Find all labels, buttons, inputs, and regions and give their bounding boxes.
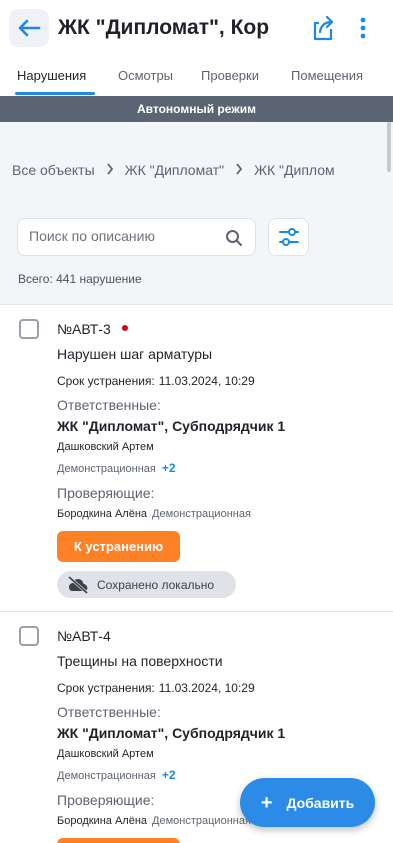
plus-icon: + <box>260 791 273 814</box>
violation-card[interactable]: №АВТ-3 Нарушен шаг арматуры Срок устране… <box>0 304 393 611</box>
add-button[interactable]: + Добавить <box>240 778 375 827</box>
tab-checks[interactable]: Проверки <box>201 68 259 83</box>
status-button[interactable]: К устранению <box>57 531 180 562</box>
responsible-org: Демонстрационная +2 <box>57 768 176 782</box>
more-responsible-count[interactable]: +2 <box>162 768 176 782</box>
responsible-org: Демонстрационная +2 <box>57 461 176 475</box>
responsible-person: Дашковский Артем <box>57 748 154 760</box>
offline-banner: Автономный режим <box>0 96 393 122</box>
due-date: Срок устранения: 11.03.2024, 10:29 <box>57 681 255 695</box>
violation-number: №АВТ-4 <box>57 628 111 644</box>
search-input[interactable] <box>29 228 219 244</box>
violation-number: №АВТ-3 <box>57 321 111 337</box>
saved-label: Сохранено локально <box>97 577 215 592</box>
active-tab-indicator <box>15 92 95 95</box>
chevron-right-icon <box>95 162 125 178</box>
breadcrumb-item[interactable]: ЖК "Диплом <box>254 162 335 178</box>
total-count: Всего: 441 нарушение <box>18 272 142 286</box>
filter-button[interactable] <box>268 218 309 256</box>
org-name: Демонстрационная <box>57 770 156 782</box>
cloud-off-icon <box>65 575 91 594</box>
share-icon <box>313 15 334 41</box>
due-date: Срок устранения: 11.03.2024, 10:29 <box>57 374 255 388</box>
filters-area: Все объекты ЖК "Дипломат" ЖК "Диплом Все… <box>0 122 393 304</box>
more-vertical-icon <box>360 17 366 39</box>
inspector: Бородкина Алёна Демонстрационная <box>57 508 251 520</box>
inspector-name: Бородкина Алёна <box>57 508 148 520</box>
inspector-name: Бородкина Алёна <box>57 815 148 827</box>
page-title: ЖК "Дипломат", Кор <box>58 16 270 39</box>
more-responsible-count[interactable]: +2 <box>162 461 176 475</box>
inspector-org: Демонстрационная <box>152 508 251 520</box>
saved-locally-badge: Сохранено локально <box>57 571 236 598</box>
chevron-right-icon <box>224 162 254 178</box>
responsible-person: Дашковский Артем <box>57 441 154 453</box>
responsible-label: Ответственные: <box>57 397 161 413</box>
tab-bar: Нарушения Осмотры Проверки Помещения <box>0 58 393 96</box>
due-value: 11.03.2024, 10:29 <box>158 681 255 695</box>
arrow-left-icon <box>18 19 41 37</box>
share-button[interactable] <box>309 12 337 44</box>
back-button[interactable] <box>9 9 49 47</box>
more-button[interactable] <box>352 14 374 42</box>
tab-inspections[interactable]: Осмотры <box>118 68 173 83</box>
filter-sliders-icon <box>278 228 299 246</box>
responsible-company: ЖК "Дипломат", Субподрядчик 1 <box>57 418 286 434</box>
inspector: Бородкина Алёна Демонстрационная <box>57 815 251 827</box>
scrollbar[interactable] <box>387 122 391 172</box>
violation-description: Трещины на поверхности <box>57 653 223 669</box>
tab-rooms[interactable]: Помещения <box>291 68 363 83</box>
tab-violations[interactable]: Нарушения <box>17 68 86 83</box>
select-checkbox[interactable] <box>19 626 39 646</box>
inspectors-label: Проверяющие: <box>57 485 155 501</box>
select-checkbox[interactable] <box>19 319 39 339</box>
search-icon[interactable] <box>225 229 243 247</box>
due-value: 11.03.2024, 10:29 <box>158 374 255 388</box>
add-button-label: Добавить <box>286 794 355 811</box>
inspector-org: Демонстрационная <box>152 815 251 827</box>
breadcrumb: Все объекты ЖК "Дипломат" ЖК "Диплом <box>12 162 335 178</box>
due-label: Срок устранения: <box>57 681 155 695</box>
violation-description: Нарушен шаг арматуры <box>57 346 213 362</box>
violations-list: №АВТ-3 Нарушен шаг арматуры Срок устране… <box>0 304 393 843</box>
breadcrumb-item[interactable]: ЖК "Дипломат" <box>125 162 224 178</box>
due-label: Срок устранения: <box>57 374 155 388</box>
org-name: Демонстрационная <box>57 463 156 475</box>
responsible-label: Ответственные: <box>57 704 161 720</box>
new-indicator-dot <box>122 325 128 331</box>
responsible-company: ЖК "Дипломат", Субподрядчик 1 <box>57 725 286 741</box>
breadcrumb-item[interactable]: Все объекты <box>12 162 95 178</box>
inspectors-label: Проверяющие: <box>57 792 155 808</box>
status-button-partial[interactable] <box>57 838 180 843</box>
search-box <box>17 218 256 256</box>
app-header: ЖК "Дипломат", Кор <box>0 0 393 58</box>
